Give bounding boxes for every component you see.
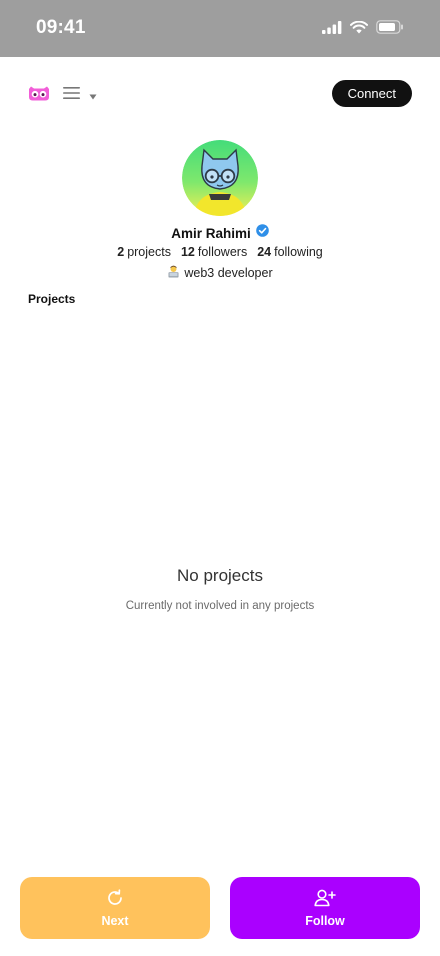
battery-icon [376, 20, 404, 39]
empty-state-subtitle: Currently not involved in any projects [125, 600, 315, 612]
followers-stat-label: followers [197, 245, 248, 259]
projects-section-title: Projects [28, 292, 76, 306]
followers-stat[interactable]: 12 followers [181, 245, 247, 259]
profile-stats: 2 projects 12 followers 24 following [0, 245, 440, 259]
signal-icon [322, 20, 342, 39]
profile-bio: web3 developer [0, 265, 440, 281]
caret-down-icon [89, 87, 97, 105]
technologist-emoji-icon [167, 265, 180, 281]
menu-dropdown[interactable] [63, 86, 97, 105]
empty-state-title: No projects [177, 566, 263, 585]
profile-avatar [182, 140, 258, 216]
next-button-label: Next [101, 913, 129, 928]
refresh-icon [106, 888, 124, 910]
following-stat-label: following [274, 245, 323, 259]
next-button[interactable]: Next [20, 877, 210, 939]
add-user-icon [314, 889, 336, 910]
status-time: 09:41 [36, 17, 86, 38]
wifi-icon [350, 20, 368, 39]
top-bar: Connect [0, 80, 440, 108]
projects-stat[interactable]: 2 projects [117, 245, 171, 259]
follow-button[interactable]: Follow [230, 877, 420, 939]
hamburger-menu-icon [63, 86, 81, 105]
profile-name: Amir Rahimi [171, 225, 251, 241]
connect-button[interactable]: Connect [331, 80, 412, 107]
following-stat[interactable]: 24 following [257, 245, 323, 259]
status-bar: 09:41 [0, 0, 440, 57]
projects-count: 2 [117, 245, 125, 259]
projects-stat-label: projects [127, 245, 171, 259]
status-icons [322, 20, 404, 39]
follow-button-label: Follow [305, 913, 345, 928]
verified-badge-icon [255, 224, 269, 242]
owl-logo-icon[interactable] [28, 86, 50, 106]
following-count: 24 [257, 245, 272, 259]
followers-count: 12 [180, 245, 195, 259]
bio-text: web3 developer [184, 266, 273, 280]
profile-name-row: Amir Rahimi [0, 224, 440, 242]
